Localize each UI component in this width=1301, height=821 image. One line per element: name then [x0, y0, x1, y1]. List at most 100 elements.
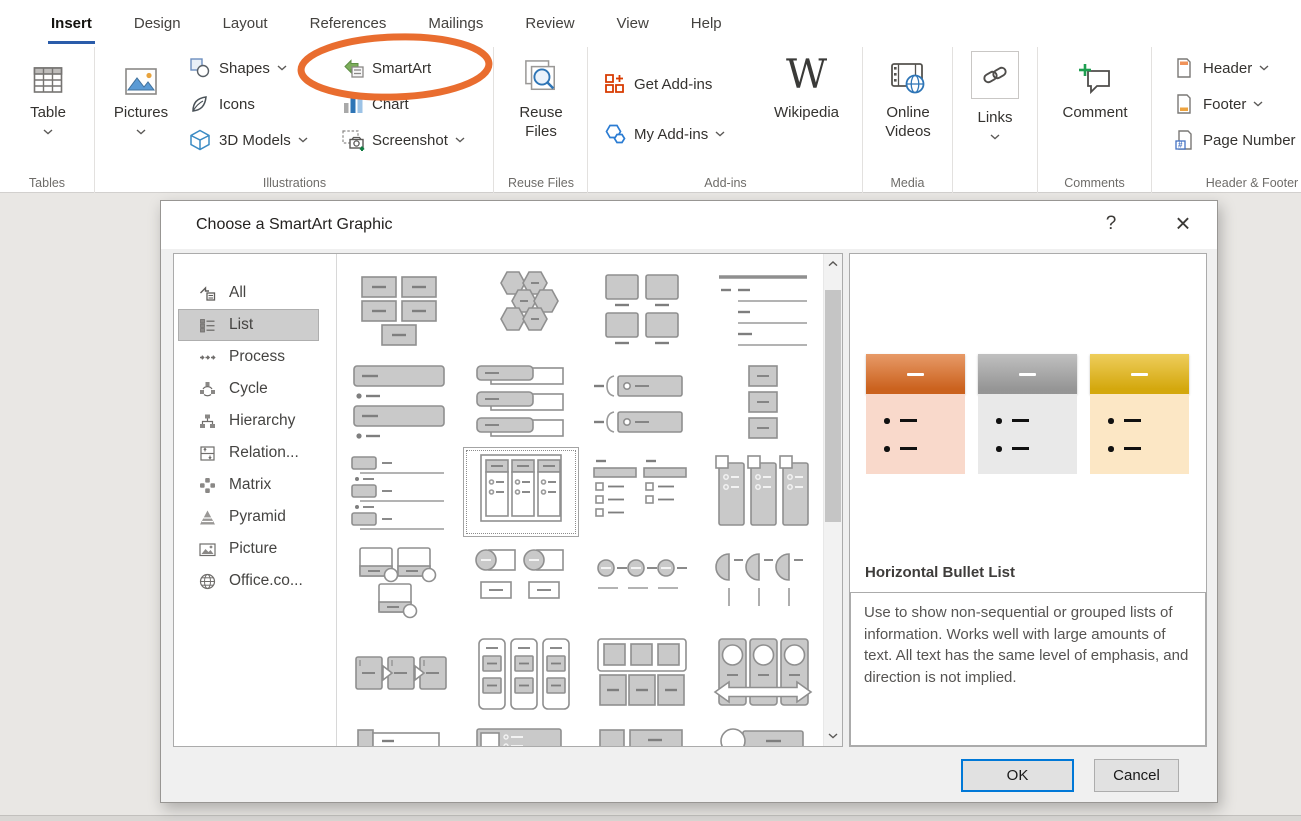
scrollbar-thumb[interactable] — [825, 290, 841, 522]
pictures-icon — [110, 47, 172, 95]
icons-icon — [188, 94, 212, 114]
help-button[interactable]: ? — [1096, 201, 1126, 247]
scroll-down-button[interactable] — [824, 727, 842, 745]
my-addins-button[interactable]: My Add-ins — [603, 118, 725, 150]
tab-help[interactable]: Help — [670, 0, 743, 47]
wikipedia-icon: W — [764, 47, 849, 95]
tab-references[interactable]: References — [289, 0, 408, 47]
svg-text:#: # — [1178, 141, 1183, 150]
preview-card-orange — [866, 354, 965, 474]
smartart-thumbnail-r1c2[interactable] — [464, 266, 578, 354]
smartart-thumbnail-r5c4[interactable] — [706, 630, 820, 718]
smartart-thumbnail-r6c3[interactable] — [585, 721, 699, 747]
smartart-thumbnail-r1c4[interactable] — [706, 266, 820, 354]
smartart-thumbnail-r4c3[interactable] — [585, 539, 699, 627]
smartart-thumbnail-r2c3[interactable] — [585, 357, 699, 445]
category-list-item[interactable]: List — [178, 309, 319, 341]
online-videos-button[interactable]: Online Videos — [873, 47, 943, 173]
matrix-category-icon — [199, 477, 216, 494]
smartart-thumbnail-r5c2[interactable] — [464, 630, 578, 718]
table-icon — [13, 47, 83, 95]
get-addins-button[interactable]: Get Add-ins — [603, 68, 712, 100]
smartart-thumbnail-r3c1[interactable] — [343, 448, 457, 536]
all-category-icon — [199, 285, 216, 302]
chevron-down-icon — [1259, 65, 1269, 71]
links-button[interactable]: Links — [960, 47, 1030, 173]
get-addins-icon — [603, 73, 627, 95]
smartart-thumbnail-r2c4[interactable] — [706, 357, 820, 445]
category-gallery-panel: All List Process Cycle Hierarchy — [173, 253, 843, 747]
tab-design[interactable]: Design — [113, 0, 202, 47]
category-all[interactable]: All — [178, 277, 319, 309]
scroll-up-button[interactable] — [824, 255, 842, 273]
tab-review[interactable]: Review — [504, 0, 595, 47]
smartart-thumbnail-r5c1[interactable] — [343, 630, 457, 718]
comment-button[interactable]: Comment — [1060, 47, 1130, 173]
group-label-comments: Comments — [1038, 176, 1151, 190]
list-category-icon — [199, 317, 216, 334]
smartart-thumbnail-r4c2[interactable] — [464, 539, 578, 627]
smartart-thumbnail-r1c3[interactable] — [585, 266, 699, 354]
pictures-button[interactable]: Pictures — [110, 47, 172, 173]
smartart-thumbnail-r4c4[interactable] — [706, 539, 820, 627]
category-list: All List Process Cycle Hierarchy — [174, 254, 337, 746]
smartart-thumbnail-r2c2[interactable] — [464, 357, 578, 445]
smartart-thumbnail-r6c2[interactable] — [464, 721, 578, 747]
smartart-thumbnail-horizontal-bullet-list[interactable] — [464, 448, 578, 536]
group-header-footer: Header Footer # — [1152, 47, 1301, 193]
footer-icon — [1172, 94, 1196, 114]
wikipedia-button[interactable]: W Wikipedia — [764, 47, 849, 173]
window-bottom-edge — [0, 815, 1301, 821]
tab-insert[interactable]: Insert — [30, 0, 113, 47]
category-hierarchy[interactable]: Hierarchy — [178, 405, 319, 437]
gallery-scrollbar[interactable] — [823, 254, 842, 746]
smartart-thumbnail-r4c1[interactable] — [343, 539, 457, 627]
comment-icon — [1060, 47, 1130, 95]
smartart-thumbnail-r6c1[interactable] — [343, 721, 457, 747]
ribbon-content: Table Tables Pictures — [0, 47, 1301, 193]
chevron-down-icon — [43, 129, 53, 135]
tab-view[interactable]: View — [596, 0, 670, 47]
category-picture[interactable]: Picture — [178, 533, 319, 565]
ribbon: Insert Design Layout References Mailings… — [0, 0, 1301, 193]
process-category-icon — [199, 349, 216, 366]
reuse-files-icon — [506, 47, 576, 95]
chevron-down-icon — [1253, 101, 1263, 107]
smartart-thumbnail-r1c1[interactable] — [343, 266, 457, 354]
preview-card-gray — [978, 354, 1077, 474]
dialog-title-bar: Choose a SmartArt Graphic ? × — [161, 201, 1217, 249]
smartart-gallery — [337, 254, 823, 746]
category-office-com[interactable]: Office.co... — [178, 565, 319, 597]
tab-layout[interactable]: Layout — [202, 0, 289, 47]
ok-button[interactable]: OK — [961, 759, 1074, 792]
category-matrix[interactable]: Matrix — [178, 469, 319, 501]
chart-button[interactable]: Chart — [341, 88, 409, 120]
category-pyramid[interactable]: Pyramid — [178, 501, 319, 533]
smartart-button[interactable]: SmartArt — [341, 52, 431, 84]
category-cycle[interactable]: Cycle — [178, 373, 319, 405]
3d-models-button[interactable]: 3D Models — [188, 124, 308, 156]
tab-mailings[interactable]: Mailings — [407, 0, 504, 47]
page-number-button[interactable]: # Page Number — [1172, 124, 1296, 156]
smartart-thumbnail-r3c4[interactable] — [706, 448, 820, 536]
smartart-thumbnail-r3c3[interactable] — [585, 448, 699, 536]
footer-button[interactable]: Footer — [1172, 88, 1263, 120]
screenshot-button[interactable]: Screenshot — [341, 124, 465, 156]
category-relationship[interactable]: Relation... — [178, 437, 319, 469]
smartart-thumbnail-r2c1[interactable] — [343, 357, 457, 445]
icons-button[interactable]: Icons — [188, 88, 255, 120]
group-illustrations: Pictures Shapes — [96, 47, 494, 193]
close-button[interactable]: × — [1163, 201, 1203, 245]
smartart-thumbnail-r5c3[interactable] — [585, 630, 699, 718]
relationship-category-icon — [199, 445, 216, 462]
table-button[interactable]: Table — [13, 47, 83, 173]
cancel-button[interactable]: Cancel — [1094, 759, 1179, 792]
smartart-thumbnail-r6c4[interactable] — [706, 721, 820, 747]
group-reuse-files: Reuse Files Reuse Files — [495, 47, 588, 193]
chart-icon — [341, 94, 365, 114]
reuse-files-button[interactable]: Reuse Files — [506, 47, 576, 173]
header-button[interactable]: Header — [1172, 52, 1269, 84]
shapes-button[interactable]: Shapes — [188, 52, 287, 84]
category-process[interactable]: Process — [178, 341, 319, 373]
preview-title: Horizontal Bullet List — [865, 564, 1015, 581]
